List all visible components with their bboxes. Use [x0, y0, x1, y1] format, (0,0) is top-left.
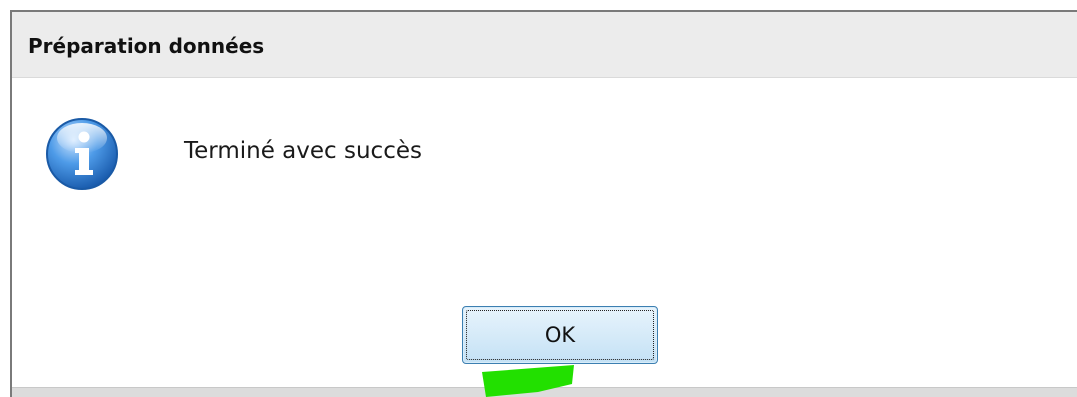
screen: Préparation données Terminé avec succès … — [0, 0, 1077, 397]
dialog-title: Préparation données — [28, 34, 265, 58]
ok-button[interactable]: OK — [462, 306, 658, 364]
dialog-titlebar[interactable]: Préparation données — [12, 12, 1077, 78]
green-highlight-mark — [482, 365, 574, 397]
dialog-message: Terminé avec succès — [184, 138, 422, 164]
message-dialog: Préparation données Terminé avec succès … — [10, 10, 1077, 397]
info-icon — [46, 118, 118, 190]
ok-button-label: OK — [544, 323, 576, 347]
dialog-body: Terminé avec succès OK — [12, 78, 1077, 390]
